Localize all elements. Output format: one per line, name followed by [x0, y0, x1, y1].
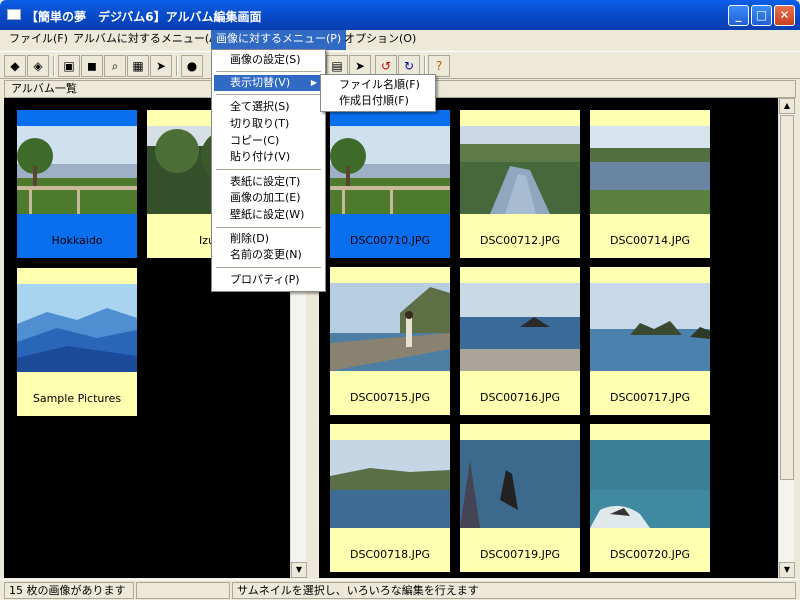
menu-separator [216, 169, 321, 170]
minimize-button[interactable]: _ [728, 5, 749, 26]
toolbar-separator [53, 56, 54, 76]
status-empty-cell [136, 582, 230, 599]
menu-item-delete[interactable]: 削除(D) [214, 231, 323, 247]
photo-thumbnail [590, 283, 710, 371]
user-icon[interactable]: ● [181, 55, 203, 77]
menu-item-set-wallpaper[interactable]: 壁紙に設定(W) [214, 207, 323, 223]
menu-item-copy[interactable]: コピー(C) [214, 133, 323, 149]
back-icon[interactable]: ◆ [4, 55, 26, 77]
scroll-thumb[interactable] [780, 115, 794, 480]
album-tile[interactable]: Sample Pictures [17, 268, 137, 416]
submenu-item-sort-by-name[interactable]: ファイル名順(F) [323, 77, 433, 93]
photo-tile[interactable]: DSC00710.JPG [330, 110, 450, 258]
menu-separator [216, 94, 321, 95]
photo-tile[interactable]: DSC00717.JPG [590, 267, 710, 415]
photo-list-pane[interactable]: DSC00710.JPG DSC00712.JPG DSC00714.JPG DSC0… [319, 98, 778, 578]
album-red-icon[interactable]: ◼ [81, 55, 103, 77]
photo-thumbnail [460, 283, 580, 371]
photo-name: DSC00715.JPG [349, 391, 431, 404]
maximize-button[interactable]: □ [751, 5, 772, 26]
photo-scrollbar[interactable]: ▲ ▼ [778, 98, 795, 578]
menu-item-view-switch-label: 表示切替(V) [230, 76, 291, 89]
menu-item-set-cover[interactable]: 表紙に設定(T) [214, 174, 323, 190]
menu-file[interactable]: ファイル(F) [4, 30, 73, 50]
menu-item-cut[interactable]: 切り取り(T) [214, 116, 323, 132]
close-button[interactable]: ✕ [774, 5, 795, 26]
photo-name: DSC00718.JPG [349, 548, 431, 561]
status-bar: 15 枚の画像があります サムネイルを選択し、いろいろな編集を行えます [0, 579, 800, 600]
search-icon[interactable]: ⌕ [104, 55, 126, 77]
menu-separator [216, 71, 321, 72]
photo-name: DSC00712.JPG [479, 234, 561, 247]
slideshow-icon[interactable]: ➤ [150, 55, 172, 77]
album-thumbnail [17, 126, 137, 214]
photo-tile[interactable]: DSC00716.JPG [460, 267, 580, 415]
title-bar[interactable]: 【簡単の夢 デジバム6】アルバム編集画面 _ □ ✕ [0, 0, 800, 30]
menu-image[interactable]: 画像に対するメニュー(P) [211, 30, 347, 50]
photo-name: DSC00716.JPG [479, 391, 561, 404]
photo-name: DSC00714.JPG [609, 234, 691, 247]
photo-tile[interactable]: DSC00720.JPG [590, 424, 710, 572]
photo-thumbnail [460, 440, 580, 528]
photo-thumbnail [590, 440, 710, 528]
photo-tile[interactable]: DSC00718.JPG [330, 424, 450, 572]
menu-item-select-all[interactable]: 全て選択(S) [214, 99, 323, 115]
toolbar-separator [424, 56, 425, 76]
menu-item-rename[interactable]: 名前の変更(N) [214, 247, 323, 263]
album-name: Hokkaido [51, 234, 103, 247]
menu-separator [216, 227, 321, 228]
photo-name: DSC00720.JPG [609, 548, 691, 561]
view-submenu: ファイル名順(F) 作成日付順(F) [320, 74, 436, 112]
photo-thumbnail [590, 126, 710, 214]
menu-options[interactable]: オプション(O) [339, 30, 421, 50]
forward-icon[interactable]: ◈ [27, 55, 49, 77]
menu-item-edit-image[interactable]: 画像の加工(E) [214, 190, 323, 206]
scroll-down-button[interactable]: ▼ [291, 562, 307, 578]
menu-item-properties[interactable]: プロパティ(P) [214, 272, 323, 288]
album-tile[interactable]: Hokkaido [17, 110, 137, 258]
submenu-arrow-icon: ▶ [310, 78, 317, 87]
photo-thumbnail [460, 126, 580, 214]
menu-item-view-switch[interactable]: 表示切替(V) ▶ [214, 75, 323, 91]
menu-bar: ファイル(F) アルバムに対するメニュー(A) 画像に対するメニュー(P) オプ… [0, 30, 800, 50]
window-title: 【簡単の夢 デジバム6】アルバム編集画面 [26, 10, 262, 24]
photo-thumbnail [330, 440, 450, 528]
photo-tile[interactable]: DSC00719.JPG [460, 424, 580, 572]
app-icon [7, 9, 21, 20]
menu-separator [216, 267, 321, 268]
photo-tile[interactable]: DSC00712.JPG [460, 110, 580, 258]
photo-name: DSC00717.JPG [609, 391, 691, 404]
photo-name: DSC00710.JPG [349, 234, 431, 247]
menu-item-paste[interactable]: 貼り付け(V) [214, 149, 323, 165]
photo-name: DSC00719.JPG [479, 548, 561, 561]
album-thumbnail [17, 284, 137, 372]
photo-tile[interactable]: DSC00714.JPG [590, 110, 710, 258]
status-image-count: 15 枚の画像があります [4, 582, 134, 599]
status-hint: サムネイルを選択し、いろいろな編集を行えます [232, 582, 796, 599]
scroll-down-button[interactable]: ▼ [779, 562, 795, 578]
photo-thumbnail [330, 283, 450, 371]
album-name: Sample Pictures [32, 392, 122, 405]
photo-tile[interactable]: DSC00715.JPG [330, 267, 450, 415]
menu-item-image-settings[interactable]: 画像の設定(S) [214, 52, 323, 68]
book-icon[interactable]: ▣ [58, 55, 80, 77]
photo-thumbnail [330, 126, 450, 214]
submenu-item-sort-by-date[interactable]: 作成日付順(F) [323, 93, 433, 109]
image-menu-dropdown: 画像の設定(S) 表示切替(V) ▶ 全て選択(S) 切り取り(T) コピー(C)… [211, 49, 326, 292]
menu-album[interactable]: アルバムに対するメニュー(A) [68, 30, 226, 50]
toolbar-separator [176, 56, 177, 76]
picture-icon[interactable]: ▦ [127, 55, 149, 77]
scroll-up-button[interactable]: ▲ [779, 98, 795, 114]
